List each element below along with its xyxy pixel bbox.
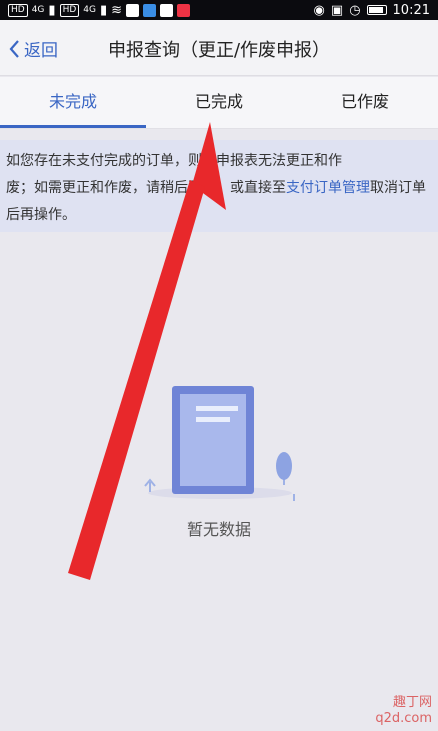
nfc-icon: ▣ [330, 2, 344, 18]
app-icon-2 [143, 3, 157, 17]
network-badge-2: 4G [83, 5, 96, 15]
app-icon-4 [177, 3, 191, 17]
tab-bar: 未完成 已完成 已作废 [0, 77, 438, 129]
empty-document-icon [144, 386, 295, 501]
notice-line-1: 如您存在未支付完成的订单，则该申报表无法更正和作 [6, 153, 342, 169]
watermark: 趣丁网 q2d.com [375, 695, 432, 727]
status-bar-left: HD 4G ▮ HD 4G ▮ ≋ [8, 2, 191, 18]
network-badge: 4G [31, 5, 45, 15]
hd-badge: HD [8, 3, 28, 17]
empty-text: 暂无数据 [186, 520, 251, 539]
notice-line-2: 废；如需更正和作废，请稍后再试，或直接至支付订单管理取消订单后再操作。 [6, 175, 432, 229]
nav-bar: 返回 申报查询（更正/作废申报） [0, 20, 438, 76]
app-icon [126, 3, 140, 17]
signal-icon: ▮ [48, 2, 56, 18]
tab-voided[interactable]: 已作废 [292, 77, 438, 128]
watermark-line-1: 趣丁网 [392, 695, 432, 710]
battery-icon [366, 5, 387, 15]
tab-incomplete[interactable]: 未完成 [0, 77, 146, 128]
notice-banner: 如您存在未支付完成的订单，则该申报表无法更正和作 废；如需更正和作废，请稍后再试… [0, 140, 438, 232]
signal-icon-2: ▮ [99, 2, 108, 18]
watermark-line-2: q2d.com [375, 711, 432, 726]
notice-text-2: 废；如需更正和作废，请稍后再试，或直接至 [6, 180, 286, 196]
alarm-icon: ◷ [349, 2, 361, 18]
wifi-icon: ≋ [111, 2, 123, 18]
tab-completed[interactable]: 已完成 [146, 77, 292, 128]
status-bar: HD 4G ▮ HD 4G ▮ ≋ ◉ ▣ ◷ 10:21 [0, 0, 438, 20]
page-title: 申报查询（更正/作废申报） [107, 40, 331, 61]
status-bar-right: ◉ ▣ ◷ 10:21 [314, 3, 430, 18]
status-time: 10:21 [392, 2, 430, 18]
payment-order-link[interactable]: 支付订单管理 [286, 180, 370, 196]
hd-badge-2: HD [59, 3, 80, 17]
eye-icon: ◉ [313, 2, 325, 18]
app-icon-3 [160, 3, 174, 17]
